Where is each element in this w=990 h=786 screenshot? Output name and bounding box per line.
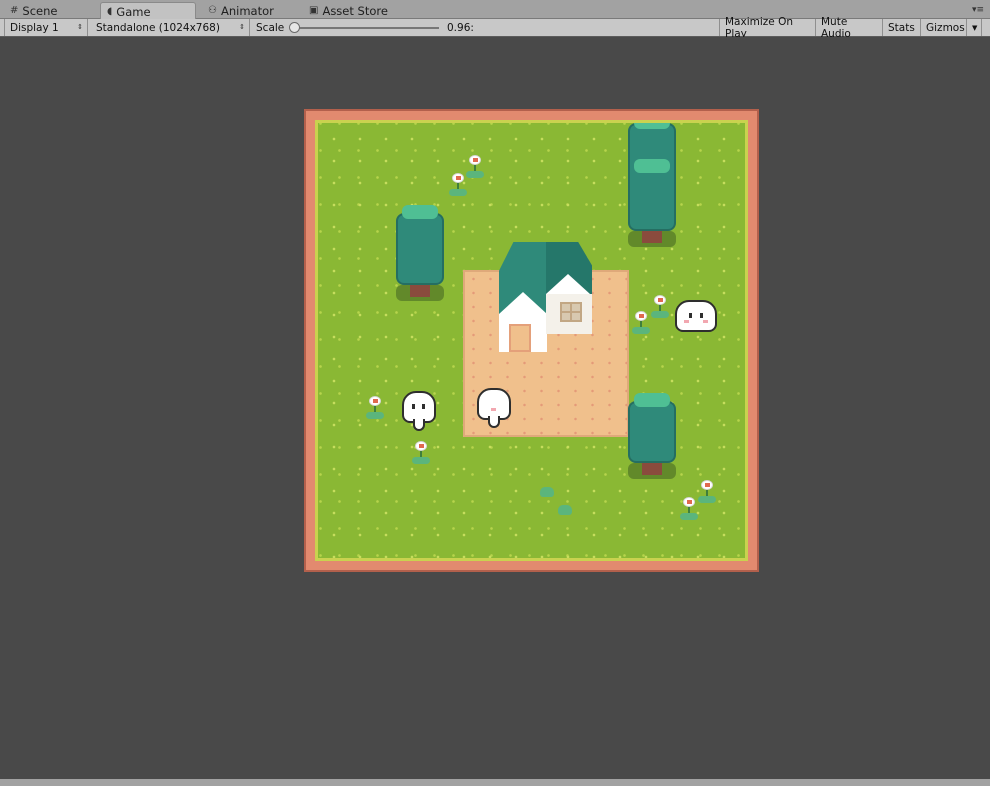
maximize-on-play-label: Maximize On Play	[725, 15, 793, 40]
mute-audio-label: Mute Audio	[821, 15, 851, 40]
dropdown-arrows-icon: ⇕	[77, 23, 83, 31]
tab-animator[interactable]: ⚇ Animator	[202, 2, 282, 19]
grass-field	[315, 120, 748, 561]
dropdown-arrows-icon: ⇕	[239, 23, 245, 31]
game-toolbar: Display 1 ⇕ Standalone (1024x768) ⇕ Scal…	[0, 16, 990, 40]
grass-sprout	[558, 505, 572, 515]
ghost-eye	[700, 313, 703, 318]
ghost-eye	[412, 404, 415, 409]
grass-sprout	[540, 487, 554, 497]
tree-sprite	[628, 123, 676, 247]
flower-sprite	[677, 497, 699, 523]
display-value: Display 1	[10, 21, 59, 34]
ghost-character	[402, 391, 436, 433]
tree-trunk	[410, 283, 430, 297]
tree-sprite	[628, 391, 676, 479]
animator-icon: ⚇	[208, 5, 217, 16]
tree-top	[402, 205, 438, 219]
maximize-on-play-toggle[interactable]: Maximize On Play	[719, 16, 816, 40]
ghost-body	[675, 300, 717, 332]
flower-leaf	[698, 496, 716, 503]
flower-center	[705, 483, 710, 487]
ghost-blush	[684, 320, 689, 323]
display-dropdown[interactable]: Display 1 ⇕	[4, 19, 88, 36]
flower-sprite	[629, 311, 651, 337]
tree-crown	[628, 401, 676, 463]
flower-leaf	[632, 327, 650, 334]
game-canvas[interactable]	[304, 109, 759, 572]
flower-sprite	[648, 295, 670, 321]
resolution-dropdown[interactable]: Standalone (1024x768) ⇕	[91, 19, 250, 36]
ghost-character	[477, 388, 511, 430]
tree-crown	[396, 213, 444, 285]
game-viewport[interactable]	[0, 37, 990, 779]
tab-scene-label: Scene	[22, 3, 58, 18]
flower-center	[658, 298, 663, 302]
tree-top	[634, 123, 670, 129]
flower-center	[373, 399, 378, 403]
grid-icon: #	[10, 5, 19, 16]
bottom-panel-edge	[0, 779, 990, 786]
flower-leaf	[366, 412, 384, 419]
flower-leaf	[651, 311, 669, 318]
tab-game-label: Game	[116, 4, 151, 19]
stats-label: Stats	[888, 21, 915, 34]
ghost-character-with-ears	[675, 300, 717, 342]
scale-label: Scale	[256, 21, 285, 34]
ghost-eye	[422, 404, 425, 409]
ghost-tail	[488, 416, 500, 428]
pacman-icon: ◖	[107, 6, 113, 17]
tree-sprite	[396, 203, 444, 301]
tree-trunk	[642, 229, 662, 243]
scale-control: Scale 0.96:	[251, 19, 717, 36]
flower-center	[639, 314, 644, 318]
gizmos-dropdown-arrow[interactable]: ▼	[967, 19, 982, 36]
flower-center	[419, 444, 424, 448]
gizmos-label: Gizmos	[926, 21, 965, 34]
store-bag-icon: ▣	[309, 5, 319, 16]
scale-slider-track[interactable]	[293, 27, 439, 29]
flower-sprite	[409, 441, 431, 467]
ghost-blush	[491, 408, 496, 411]
tab-game[interactable]: ◖ Game	[100, 2, 196, 20]
tab-menu-icon[interactable]: ▾≡	[972, 5, 984, 15]
flower-leaf	[449, 189, 467, 196]
flower-leaf	[680, 513, 698, 520]
tab-animator-label: Animator	[220, 3, 274, 18]
flower-center	[473, 158, 478, 162]
flower-center	[687, 500, 692, 504]
scale-value: 0.96:	[447, 21, 474, 34]
scale-slider-handle[interactable]	[289, 22, 300, 33]
flower-sprite	[446, 173, 468, 199]
flower-sprite	[363, 396, 385, 422]
flower-leaf	[466, 171, 484, 178]
gizmos-toggle[interactable]: Gizmos	[921, 19, 967, 36]
ghost-blush	[703, 320, 708, 323]
tab-asset-store-label: Asset Store	[322, 3, 388, 18]
tree-top	[634, 159, 670, 173]
stats-toggle[interactable]: Stats	[883, 19, 921, 36]
house-sprite	[499, 242, 592, 352]
tree-trunk	[642, 461, 662, 475]
resolution-value: Standalone (1024x768)	[96, 21, 220, 34]
mute-audio-toggle[interactable]: Mute Audio	[816, 16, 883, 40]
house-door	[509, 324, 531, 352]
tree-top	[634, 393, 670, 407]
tab-asset-store[interactable]: ▣ Asset Store	[303, 2, 396, 19]
flower-center	[456, 176, 461, 180]
tree-crown	[628, 123, 676, 231]
flower-leaf	[412, 457, 430, 464]
tab-scene[interactable]: # Scene	[4, 2, 65, 19]
ghost-tail	[413, 419, 425, 431]
ghost-eye	[689, 313, 692, 318]
house-window	[560, 302, 582, 322]
